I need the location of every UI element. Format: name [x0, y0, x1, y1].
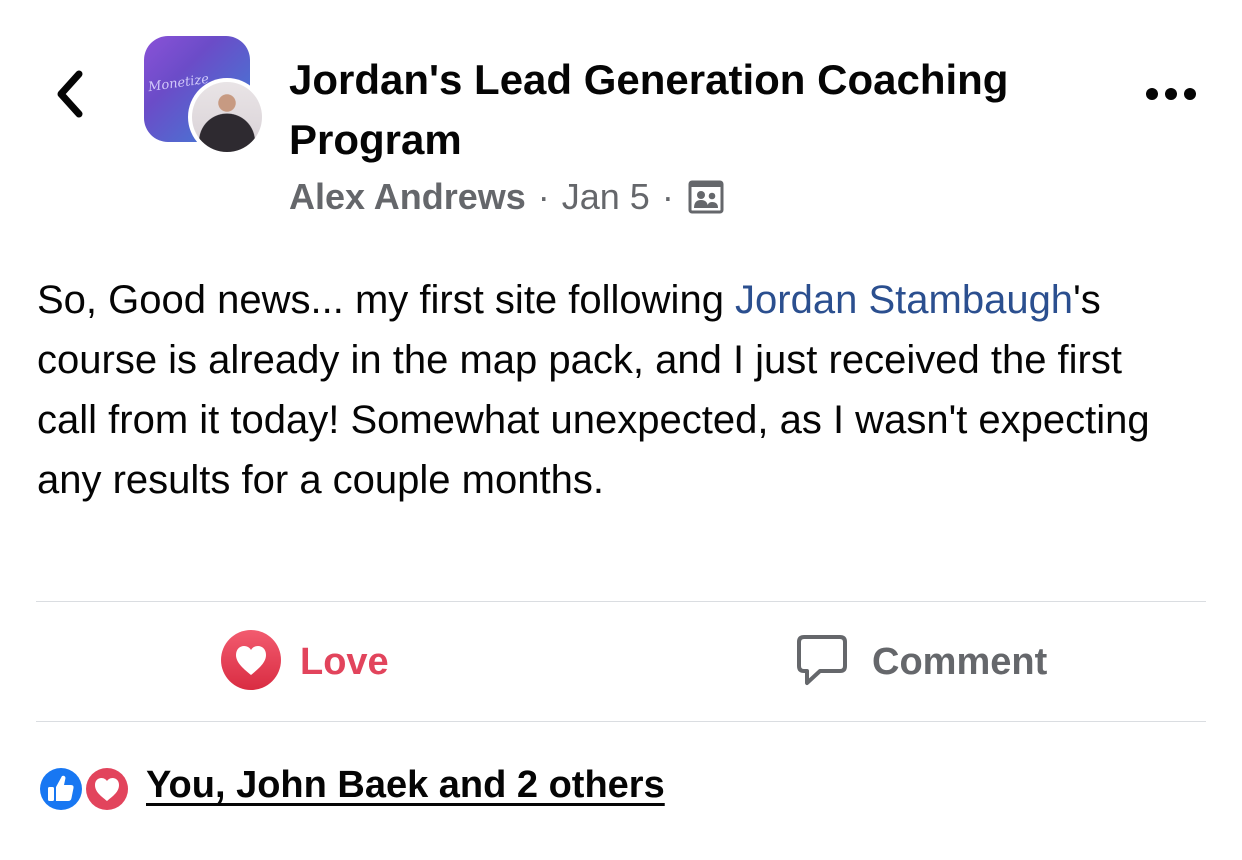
- love-label: Love: [300, 640, 389, 683]
- mention-link[interactable]: Jordan Stambaugh: [735, 278, 1073, 322]
- group-members-icon: [688, 179, 724, 215]
- post-text: So, Good news... my first site following…: [37, 270, 1187, 510]
- love-button[interactable]: Love: [220, 628, 389, 696]
- love-icon: [82, 764, 132, 819]
- like-icon: [36, 764, 86, 819]
- post-text-intro: So, Good news... my first site following: [37, 278, 736, 322]
- comment-icon: [794, 632, 850, 693]
- more-options-button[interactable]: [1136, 76, 1206, 116]
- divider: [36, 721, 1206, 722]
- author-avatar[interactable]: [188, 78, 266, 156]
- reaction-icons: [36, 760, 132, 813]
- reactions-summary[interactable]: You, John Baek and 2 others: [36, 758, 665, 813]
- chevron-left-icon: [53, 69, 87, 124]
- author-name[interactable]: Alex Andrews: [289, 176, 526, 218]
- divider: [36, 601, 1206, 602]
- reactions-summary-text[interactable]: You, John Baek and 2 others: [146, 764, 665, 807]
- meta-separator: ·: [537, 176, 550, 217]
- meta-separator: ·: [661, 176, 674, 217]
- post-date[interactable]: Jan 5: [562, 176, 650, 218]
- post-meta: Alex Andrews · Jan 5 ·: [289, 175, 724, 219]
- love-icon: [220, 629, 282, 696]
- comment-button[interactable]: Comment: [794, 628, 1047, 696]
- group-title[interactable]: Jordan's Lead Generation Coaching Progra…: [289, 50, 1089, 170]
- more-horizontal-icon: [1145, 87, 1197, 106]
- comment-label: Comment: [872, 640, 1048, 683]
- back-button[interactable]: [48, 68, 92, 124]
